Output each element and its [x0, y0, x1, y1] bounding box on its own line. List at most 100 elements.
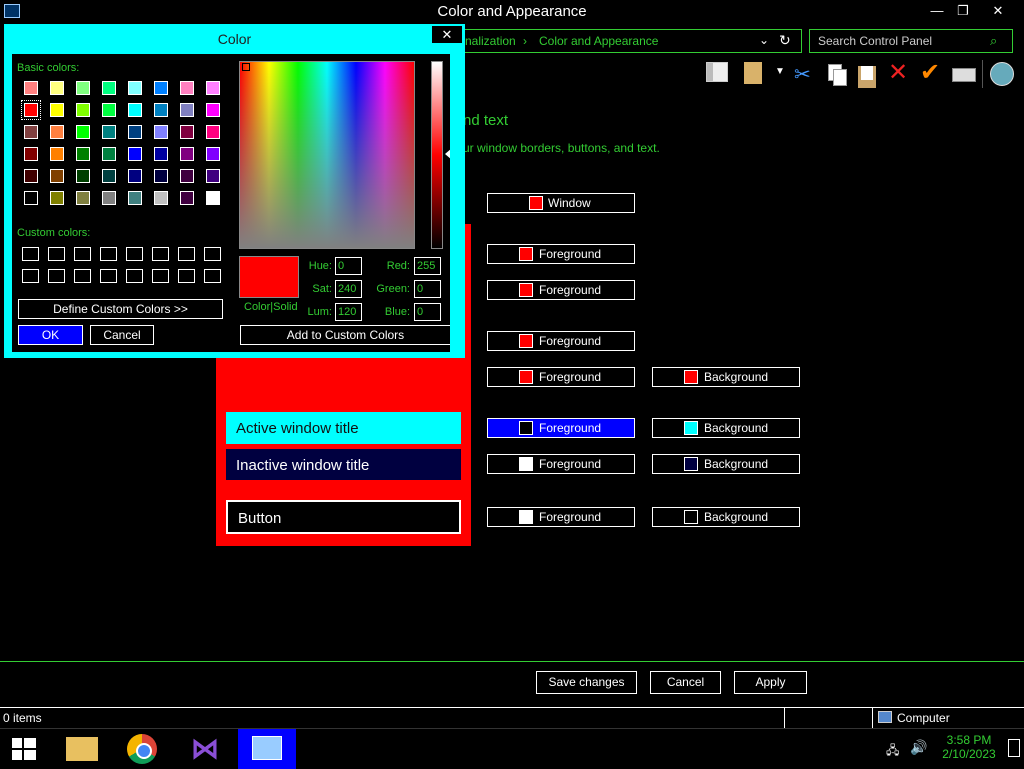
hue-input[interactable]: 0	[335, 257, 362, 275]
basic-color-swatch[interactable]	[128, 191, 142, 205]
basic-color-swatch[interactable]	[50, 103, 64, 117]
sat-input[interactable]: 240	[335, 280, 362, 298]
foreground-button[interactable]: Foreground	[487, 507, 635, 527]
basic-color-swatch[interactable]	[76, 81, 90, 95]
active-window-title-preview[interactable]: Active window title	[226, 412, 461, 444]
close-button[interactable]: ✕	[985, 2, 1011, 20]
basic-color-swatch[interactable]	[180, 169, 194, 183]
custom-color-swatch[interactable]	[204, 247, 221, 261]
basic-color-swatch[interactable]	[206, 191, 220, 205]
basic-color-swatch[interactable]	[102, 169, 116, 183]
delete-icon[interactable]: ✕	[888, 61, 912, 86]
basic-color-swatch[interactable]	[76, 191, 90, 205]
address-bar[interactable]: nalization › Color and Appearance ⌄ ↻	[450, 29, 802, 53]
background-button[interactable]: Background	[652, 507, 800, 527]
define-custom-colors-button[interactable]: Define Custom Colors >>	[18, 299, 223, 319]
basic-color-swatch[interactable]	[102, 81, 116, 95]
custom-color-swatch[interactable]	[22, 247, 39, 261]
foreground-button[interactable]: Foreground	[487, 367, 635, 387]
background-button[interactable]: Background	[652, 454, 800, 474]
dialog-close-button[interactable]: ✕	[432, 26, 462, 43]
basic-color-swatch[interactable]	[180, 81, 194, 95]
custom-color-swatch[interactable]	[178, 269, 195, 283]
refresh-icon[interactable]: ↻	[779, 32, 791, 49]
basic-color-swatch[interactable]	[180, 147, 194, 161]
basic-color-swatch[interactable]	[206, 169, 220, 183]
restore-button[interactable]: ❐	[950, 2, 976, 20]
foreground-button[interactable]: Foreground	[487, 244, 635, 264]
custom-color-swatch[interactable]	[152, 269, 169, 283]
green-input[interactable]: 0	[414, 280, 441, 298]
basic-color-swatch[interactable]	[102, 125, 116, 139]
basic-color-swatch[interactable]	[76, 147, 90, 161]
basic-color-swatch[interactable]	[21, 100, 41, 120]
properties-icon[interactable]	[744, 62, 768, 86]
basic-color-swatch[interactable]	[154, 147, 168, 161]
basic-color-swatch[interactable]	[50, 81, 64, 95]
background-button[interactable]: Background	[652, 367, 800, 387]
breadcrumb-personalization[interactable]: nalization	[465, 34, 516, 48]
blue-input[interactable]: 0	[414, 303, 441, 321]
basic-color-swatch[interactable]	[24, 147, 38, 161]
basic-color-swatch[interactable]	[154, 81, 168, 95]
basic-color-swatch[interactable]	[102, 191, 116, 205]
minimize-button[interactable]: —	[924, 2, 950, 20]
basic-color-swatch[interactable]	[128, 125, 142, 139]
foreground-button[interactable]: Foreground	[487, 331, 635, 351]
custom-color-swatch[interactable]	[152, 247, 169, 261]
notifications-icon[interactable]	[1008, 739, 1020, 757]
basic-color-swatch[interactable]	[154, 169, 168, 183]
rename-icon[interactable]	[952, 62, 976, 86]
window-color-button[interactable]: Window	[487, 193, 635, 213]
basic-color-swatch[interactable]	[206, 103, 220, 117]
search-icon[interactable]: ⌕	[990, 33, 997, 49]
custom-color-swatch[interactable]	[126, 269, 143, 283]
cancel-button[interactable]: Cancel	[650, 671, 721, 694]
add-to-custom-colors-button[interactable]: Add to Custom Colors	[240, 325, 451, 345]
basic-color-swatch[interactable]	[50, 147, 64, 161]
foreground-button-selected[interactable]: Foreground	[487, 418, 635, 438]
visual-studio-icon[interactable]: ⋈	[180, 729, 230, 769]
custom-color-swatch[interactable]	[100, 269, 117, 283]
chrome-icon[interactable]	[118, 729, 168, 769]
spectrum-crosshair[interactable]	[242, 63, 250, 71]
checkmark-icon[interactable]: ✔	[920, 61, 944, 86]
basic-color-swatch[interactable]	[206, 125, 220, 139]
ok-button[interactable]: OK	[18, 325, 83, 345]
layout-icon[interactable]	[706, 62, 730, 86]
basic-color-swatch[interactable]	[24, 125, 38, 139]
control-panel-taskbar-button[interactable]	[238, 729, 296, 769]
basic-color-swatch[interactable]	[180, 125, 194, 139]
basic-color-swatch[interactable]	[50, 191, 64, 205]
foreground-button[interactable]: Foreground	[487, 454, 635, 474]
volume-icon[interactable]: 🔊	[910, 739, 927, 756]
basic-color-swatch[interactable]	[154, 191, 168, 205]
foreground-button[interactable]: Foreground	[487, 280, 635, 300]
file-explorer-icon[interactable]	[56, 729, 106, 769]
apply-button[interactable]: Apply	[734, 671, 807, 694]
basic-color-swatch[interactable]	[76, 125, 90, 139]
basic-color-swatch[interactable]	[128, 169, 142, 183]
button-preview[interactable]: Button	[226, 500, 461, 534]
basic-color-swatch[interactable]	[180, 103, 194, 117]
custom-color-swatch[interactable]	[74, 247, 91, 261]
basic-color-swatch[interactable]	[50, 169, 64, 183]
luminance-slider[interactable]	[431, 61, 443, 249]
clock[interactable]: 3:58 PM 2/10/2023	[936, 733, 1002, 761]
custom-color-swatch[interactable]	[48, 269, 65, 283]
inactive-window-title-preview[interactable]: Inactive window title	[226, 449, 461, 480]
custom-color-swatch[interactable]	[204, 269, 221, 283]
basic-color-swatch[interactable]	[128, 103, 142, 117]
custom-color-swatch[interactable]	[48, 247, 65, 261]
basic-color-swatch[interactable]	[102, 103, 116, 117]
breadcrumb-color-appearance[interactable]: Color and Appearance	[539, 34, 658, 48]
basic-color-swatch[interactable]	[154, 125, 168, 139]
globe-icon[interactable]	[990, 62, 1014, 86]
custom-color-swatch[interactable]	[178, 247, 195, 261]
basic-color-swatch[interactable]	[206, 81, 220, 95]
search-box[interactable]: Search Control Panel ⌕	[809, 29, 1013, 53]
background-button[interactable]: Background	[652, 418, 800, 438]
network-icon[interactable]: 🖧	[886, 741, 899, 762]
dialog-cancel-button[interactable]: Cancel	[90, 325, 154, 345]
basic-color-swatch[interactable]	[180, 191, 194, 205]
